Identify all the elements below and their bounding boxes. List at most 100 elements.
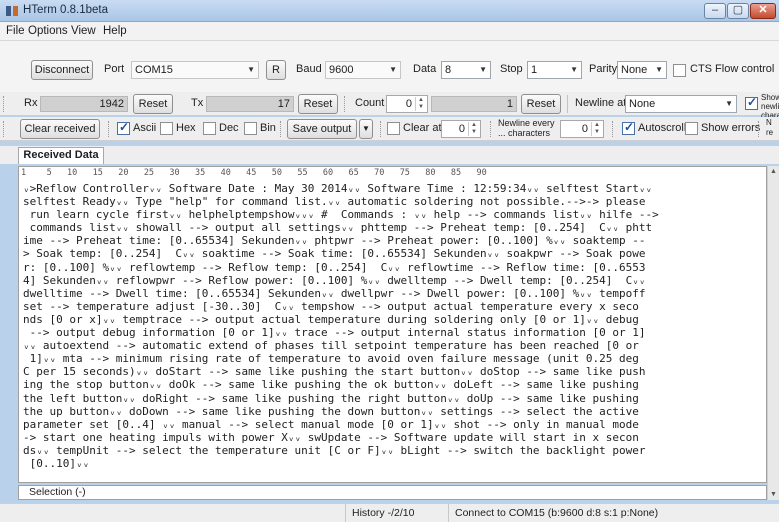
tx-reset-button[interactable]: Reset — [298, 94, 338, 114]
spin-arrows-icon[interactable]: ▲ ▼ — [468, 122, 479, 136]
counters-toolbar: Rx 1942 Reset Tx 17 Reset Count 0 ▲ ▼ 1 Re… — [0, 92, 779, 120]
parity-value: None — [621, 64, 648, 76]
save-output-dropdown[interactable]: ▼ — [359, 119, 373, 139]
refresh-ports-button[interactable]: R — [266, 60, 286, 80]
cts-flow-label: CTS Flow control — [690, 63, 775, 75]
show-newline-chars-checkbox[interactable] — [745, 95, 758, 110]
menu-bar: File Options View Help — [0, 22, 779, 41]
stop-bits-select[interactable]: 1 ▼ — [527, 61, 582, 79]
ascii-checkbox[interactable] — [117, 120, 130, 135]
toolbar-grip[interactable] — [490, 121, 493, 137]
baud-select[interactable]: 9600 ▼ — [325, 61, 401, 79]
received-line: > Soak temp: [0..254] Cᵥᵥ soaktime --> S… — [23, 247, 646, 261]
received-text[interactable]: ᵥ>Reflow Controllerᵥᵥ Software Date : Ma… — [23, 182, 765, 470]
newline-at-select[interactable]: None ▼ — [625, 95, 737, 113]
autoscroll-checkbox[interactable] — [622, 120, 635, 135]
received-line: dsᵥᵥ tempUnit --> select the temperature… — [23, 443, 646, 457]
autoscroll-label: Autoscroll — [638, 122, 687, 134]
menu-help[interactable]: Help — [103, 25, 127, 37]
toolbar-separator — [567, 95, 568, 113]
data-bits-select[interactable]: 8 ▼ — [441, 61, 491, 79]
minimize-button[interactable]: – — [704, 3, 726, 19]
tx-label: Tx — [191, 97, 204, 109]
hex-checkbox[interactable] — [160, 122, 173, 135]
baud-value: 9600 — [329, 64, 354, 76]
tab-received-data[interactable]: Received Data — [18, 147, 104, 164]
ascii-label: Ascii — [133, 122, 157, 134]
newline-every-stepper[interactable]: 0 ▲ ▼ — [560, 120, 604, 138]
cts-flow-checkbox[interactable] — [673, 64, 686, 77]
count-label: Count — [355, 97, 385, 109]
bin-checkbox[interactable] — [244, 122, 257, 135]
parity-select[interactable]: None ▼ — [617, 61, 667, 79]
port-label: Port — [104, 63, 125, 75]
column-ruler: 1 5 10 15 20 25 30 35 40 45 50 55 60 65 … — [21, 168, 487, 178]
chevron-down-icon: ▼ — [655, 65, 663, 74]
receive-toolbar: Clear received Ascii Hex Dec Bin Save ou… — [0, 117, 779, 141]
vertical-scrollbar[interactable]: ▲ ▼ — [767, 166, 779, 500]
received-data-area[interactable]: 1 5 10 15 20 25 30 35 40 45 50 55 60 65 … — [18, 166, 767, 483]
show-errors-label: Show errors — [701, 122, 761, 134]
received-line: [0..10]ᵥᵥ — [23, 456, 90, 470]
app-icon — [6, 6, 18, 16]
chevron-down-icon: ▼ — [362, 124, 370, 133]
toolbar-grip[interactable] — [3, 96, 6, 112]
newline-at-label: Newline at — [575, 97, 627, 109]
port-select[interactable]: COM15 ▼ — [131, 61, 259, 79]
menu-view[interactable]: View — [71, 25, 96, 37]
chevron-down-icon: ▼ — [570, 65, 578, 74]
received-line: 4] Sekundenᵥᵥ reflowpwr --> Reflow power… — [23, 273, 646, 287]
newline-every-label: Newline every ... characters — [498, 118, 555, 138]
save-output-button[interactable]: Save output — [287, 119, 357, 139]
clear-at-stepper[interactable]: 0 ▲ ▼ — [441, 120, 481, 138]
toolbar-grip[interactable] — [758, 121, 761, 137]
scroll-down-icon[interactable]: ▼ — [770, 491, 777, 498]
received-line: -> start one heating impuls with power X… — [23, 430, 639, 444]
close-button[interactable]: ✕ — [750, 3, 776, 19]
received-line: selftest Readyᵥᵥ Type "help" for command… — [23, 195, 646, 209]
received-line: r: [0..100] %ᵥᵥ reflowtemp --> Reflow te… — [23, 260, 646, 274]
toolbar-grip[interactable] — [380, 121, 383, 137]
rx-label: Rx — [24, 97, 38, 109]
tab-strip: Received Data — [0, 146, 779, 164]
toolbar-grip[interactable] — [344, 96, 347, 112]
dec-checkbox[interactable] — [203, 122, 216, 135]
received-line: parameter set [0..4] ᵥᵥ manual --> selec… — [23, 417, 639, 431]
received-line: ing the stop buttonᵥᵥ doOk --> same like… — [23, 378, 639, 392]
count-stepper[interactable]: 0 ▲ ▼ — [386, 95, 428, 113]
status-bar: History -/2/10 Connect to COM15 (b:9600 … — [0, 503, 779, 522]
clear-at-checkbox[interactable] — [387, 122, 400, 135]
spin-arrows-icon[interactable]: ▲ ▼ — [591, 122, 602, 136]
count-reset-button[interactable]: Reset — [521, 94, 561, 114]
toolbar-grip[interactable] — [108, 121, 111, 137]
window-title: HTerm 0.8.1beta — [23, 4, 109, 16]
menu-file[interactable]: File — [6, 25, 25, 37]
received-line: the left buttonᵥᵥ doRight --> same like … — [23, 391, 639, 405]
chevron-down-icon: ▼ — [389, 65, 397, 74]
stop-bits-value: 1 — [531, 64, 538, 76]
hex-label: Hex — [176, 122, 196, 134]
spin-arrows-icon[interactable]: ▲ ▼ — [415, 97, 426, 111]
menu-options[interactable]: Options — [28, 25, 68, 37]
show-errors-checkbox[interactable] — [685, 122, 698, 135]
scroll-up-icon[interactable]: ▲ — [770, 168, 777, 175]
toolbar-grip[interactable] — [280, 121, 283, 137]
rx-reset-button[interactable]: Reset — [133, 94, 173, 114]
toolbar-grip[interactable] — [612, 121, 615, 137]
data-bits-value: 8 — [445, 64, 452, 76]
count-display: 1 — [431, 96, 517, 112]
newline-receive-label: N re — [766, 118, 774, 137]
rx-count: 1942 — [40, 96, 128, 112]
received-line: set --> temperature adjust [-30..30] Cᵥᵥ… — [23, 299, 639, 313]
tx-count: 17 — [206, 96, 294, 112]
received-line: run learn cycle firstᵥᵥ helphelptempshow… — [23, 208, 659, 222]
newline-at-value: None — [629, 98, 656, 110]
connection-status: Connect to COM15 (b:9600 d:8 s:1 p:None) — [448, 504, 779, 522]
received-line: dwelltime --> Dwell time: [0..65534] Sek… — [23, 286, 646, 300]
count-value: 0 — [405, 98, 412, 110]
clear-received-button[interactable]: Clear received — [20, 119, 100, 139]
maximize-button[interactable]: ▢ — [727, 3, 749, 19]
disconnect-button[interactable]: Disconnect — [31, 60, 93, 80]
data-bits-label: Data — [413, 63, 437, 75]
toolbar-grip[interactable] — [3, 121, 6, 137]
